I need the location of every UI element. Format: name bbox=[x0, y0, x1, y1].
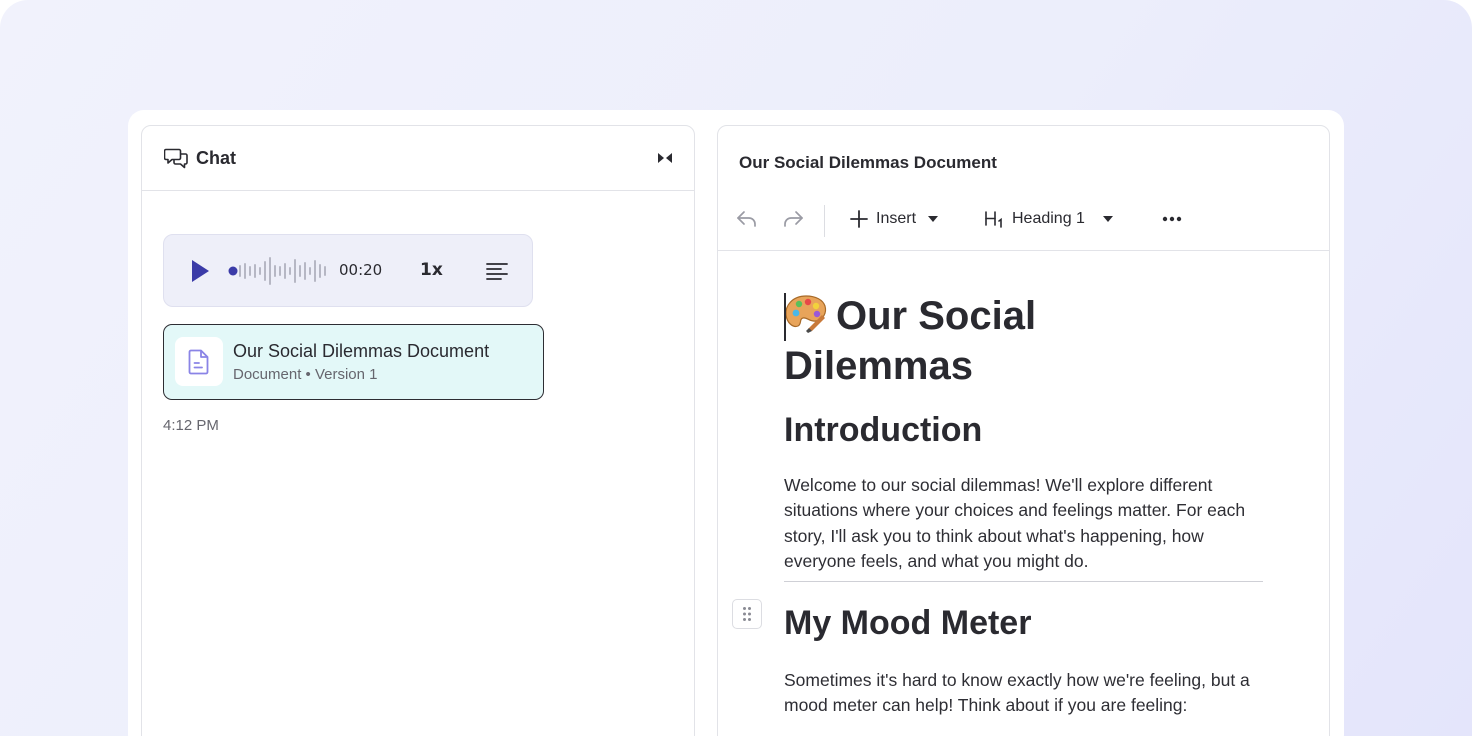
heading-style-label: Heading 1 bbox=[1012, 210, 1085, 227]
section-heading-introduction[interactable]: Introduction bbox=[784, 409, 982, 451]
chat-bubbles-icon bbox=[164, 146, 190, 170]
horizontal-divider bbox=[784, 581, 1263, 582]
chat-panel: Chat 00:20 1x Our Social Dilemmas Docume… bbox=[141, 125, 695, 736]
document-card-title: Our Social Dilemmas Document bbox=[233, 341, 490, 361]
collapse-panel-icon[interactable] bbox=[656, 150, 674, 166]
drag-handle-icon[interactable] bbox=[732, 599, 762, 629]
audio-player: 00:20 1x bbox=[163, 234, 533, 307]
app-window: Chat 00:20 1x Our Social Dilemmas Docume… bbox=[128, 110, 1344, 736]
chevron-down-icon bbox=[1102, 216, 1113, 222]
heading-style-dropdown[interactable]: Heading 1 bbox=[984, 207, 1113, 231]
toolbar-divider bbox=[824, 205, 825, 237]
document-card[interactable]: Our Social Dilemmas Document Document • … bbox=[163, 324, 544, 400]
background: Chat 00:20 1x Our Social Dilemmas Docume… bbox=[0, 0, 1472, 736]
document-panel: Our Social Dilemmas Document Insert Head… bbox=[717, 125, 1330, 736]
document-body[interactable]: Our Social Dilemmas Introduction Welcome… bbox=[784, 291, 1274, 715]
document-title[interactable]: Our Social Dilemmas bbox=[784, 291, 1104, 391]
insert-button[interactable]: Insert bbox=[850, 207, 939, 231]
waveform-scrubber[interactable] bbox=[228, 256, 328, 286]
section-text-introduction[interactable]: Welcome to our social dilemmas! We'll ex… bbox=[784, 473, 1274, 574]
text-cursor bbox=[784, 293, 786, 341]
editor-toolbar: Insert Heading 1 bbox=[718, 191, 1329, 251]
section-heading-mood-meter[interactable]: My Mood Meter bbox=[784, 602, 1031, 644]
document-card-subtitle: Document • Version 1 bbox=[233, 366, 378, 383]
audio-time: 00:20 bbox=[339, 261, 383, 279]
transcript-lines-icon[interactable] bbox=[486, 262, 508, 280]
section-text-mood-meter[interactable]: Sometimes it's hard to know exactly how … bbox=[784, 668, 1254, 719]
chat-title: Chat bbox=[196, 147, 236, 168]
plus-icon bbox=[850, 210, 868, 228]
redo-icon[interactable] bbox=[782, 208, 806, 230]
insert-label: Insert bbox=[876, 210, 917, 227]
document-icon bbox=[175, 337, 223, 386]
document-header-title: Our Social Dilemmas Document bbox=[739, 153, 997, 172]
play-icon[interactable] bbox=[190, 259, 210, 283]
undo-icon[interactable] bbox=[736, 208, 760, 230]
playback-speed-button[interactable]: 1x bbox=[420, 260, 443, 280]
chevron-down-icon bbox=[928, 216, 939, 222]
heading-icon bbox=[985, 211, 1002, 228]
more-dots-icon[interactable] bbox=[1162, 209, 1186, 229]
chat-header: Chat bbox=[142, 126, 694, 191]
message-timestamp: 4:12 PM bbox=[163, 417, 219, 434]
artist-palette-icon bbox=[785, 295, 827, 333]
